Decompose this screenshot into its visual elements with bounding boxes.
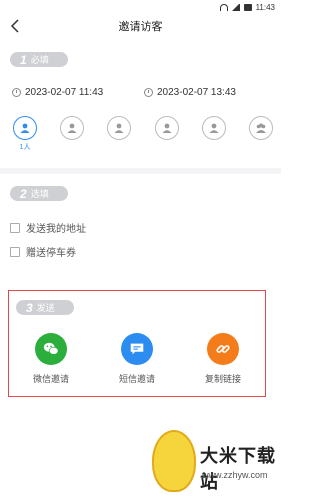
send-address-option[interactable]: 发送我的地址 — [10, 220, 86, 235]
section-number: 3 — [26, 300, 33, 315]
start-time-value: 2023-02-07 11:43 — [25, 86, 104, 98]
end-time-value: 2023-02-07 13:43 — [157, 86, 236, 98]
wechat-invite-button[interactable]: 微信邀请 — [21, 333, 81, 385]
option-label: 发送我的地址 — [26, 224, 86, 235]
back-button[interactable] — [8, 18, 24, 34]
clock-icon — [144, 87, 153, 97]
section-label: 发送 — [36, 303, 55, 313]
person-icon — [67, 123, 77, 133]
wifi-icon — [219, 3, 228, 11]
header: 邀请访客 — [0, 14, 281, 38]
visitor-option-5[interactable] — [201, 116, 227, 152]
person-icon — [209, 123, 219, 133]
section-label: 选填 — [30, 189, 49, 199]
checkbox[interactable] — [10, 222, 20, 233]
avatar — [13, 116, 37, 140]
avatar — [248, 116, 273, 140]
avatar — [154, 116, 179, 140]
share-options: 微信邀请 短信邀请 复制链接 — [8, 333, 266, 385]
visitor-option-group[interactable] — [248, 116, 274, 152]
checkbox[interactable] — [10, 246, 20, 257]
section-number: 2 — [20, 186, 27, 201]
chevron-left-icon — [10, 19, 19, 33]
sms-icon — [121, 333, 153, 365]
avatar — [60, 116, 85, 140]
visitor-option-1[interactable]: 1人 — [12, 116, 38, 152]
battery-icon — [243, 3, 252, 11]
mascot-logo — [152, 430, 196, 492]
visitor-option-2[interactable] — [59, 116, 85, 152]
status-bar: 11:43 — [0, 0, 281, 14]
avatar — [107, 116, 132, 140]
person-icon — [114, 123, 124, 133]
visitor-option-4[interactable] — [154, 116, 180, 152]
section-number: 1 — [20, 52, 27, 67]
watermark: 大米下载站 www.zzhyw.com — [150, 430, 281, 500]
wechat-icon — [35, 333, 67, 365]
section-tag-required: 1 必填 — [10, 52, 68, 67]
visitor-count-selector: 1人 — [12, 116, 274, 152]
share-label: 短信邀请 — [118, 374, 155, 384]
person-icon — [20, 123, 30, 133]
clock-icon — [12, 87, 21, 97]
section-label: 必填 — [30, 55, 49, 65]
sms-invite-button[interactable]: 短信邀请 — [107, 333, 167, 385]
watermark-url: www.zzhyw.com — [202, 470, 268, 480]
person-icon — [162, 123, 172, 133]
section-tag-optional: 2 选填 — [10, 186, 68, 201]
option-label: 赠送停车券 — [26, 248, 76, 259]
visitor-option-3[interactable] — [106, 116, 132, 152]
page-title: 邀请访客 — [118, 21, 163, 33]
link-icon — [207, 333, 239, 365]
copy-link-button[interactable]: 复制链接 — [193, 333, 253, 385]
watermark-brand: 大米下载站 — [200, 446, 276, 492]
share-label: 微信邀请 — [32, 374, 69, 384]
parking-coupon-option[interactable]: 赠送停车券 — [10, 244, 76, 259]
group-icon — [255, 123, 266, 133]
divider — [0, 168, 281, 174]
section-tag-send: 3 发送 — [16, 300, 74, 315]
status-time: 11:43 — [255, 2, 275, 12]
avatar — [201, 116, 226, 140]
start-time[interactable]: 2023-02-07 11:43 — [12, 85, 103, 99]
visitor-count-label: 1人 — [19, 144, 31, 151]
share-label: 复制链接 — [204, 374, 241, 384]
signal-icon — [231, 3, 240, 11]
end-time[interactable]: 2023-02-07 13:43 — [144, 85, 236, 99]
